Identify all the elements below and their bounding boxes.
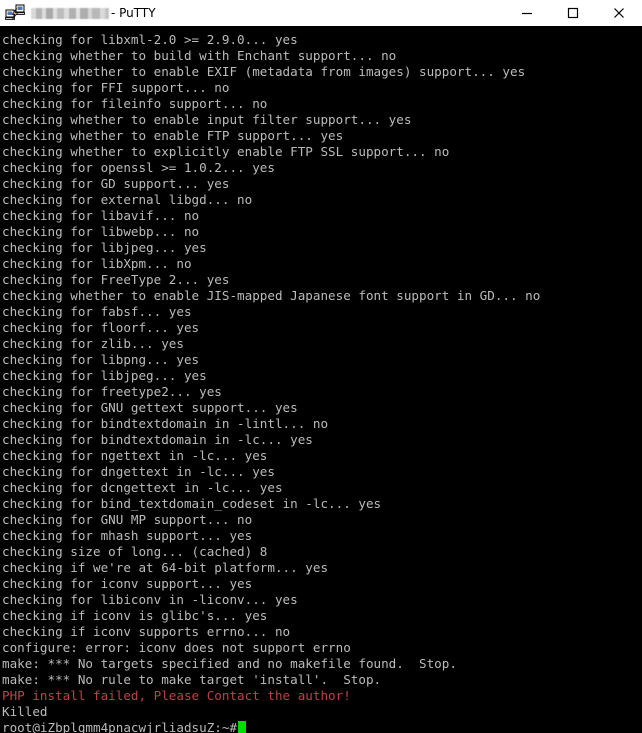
terminal-line: checking whether to enable FTP support..… bbox=[2, 128, 344, 143]
terminal-line: checking for libavif... no bbox=[2, 208, 200, 223]
terminal-line: checking for libiconv in -liconv... yes bbox=[2, 592, 298, 607]
terminal-line: checking for libjpeg... yes bbox=[2, 240, 207, 255]
terminal-line: checking whether to enable EXIF (metadat… bbox=[2, 64, 526, 79]
terminal-line: checking for libjpeg... yes bbox=[2, 368, 207, 383]
terminal-output[interactable]: checking for libxml-2.0 >= 2.9.0... yes c… bbox=[0, 28, 642, 733]
putty-icon bbox=[5, 4, 25, 20]
terminal-line: checking for openssl >= 1.0.2... yes bbox=[2, 160, 275, 175]
terminal-line: checking for GD support... yes bbox=[2, 176, 230, 191]
terminal-line: checking for fileinfo support... no bbox=[2, 96, 268, 111]
terminal-line: checking for bind_textdomain_codeset in … bbox=[2, 496, 382, 511]
maximize-button[interactable] bbox=[550, 0, 596, 26]
window-title-suffix: - PuTTY bbox=[111, 6, 156, 20]
terminal-line: make: *** No targets specified and no ma… bbox=[2, 656, 457, 671]
terminal-line: checking for fabsf... yes bbox=[2, 304, 192, 319]
terminal-line: checking for ngettext in -lc... yes bbox=[2, 448, 268, 463]
text-cursor bbox=[238, 721, 247, 733]
maximize-icon bbox=[567, 7, 579, 19]
minimize-button[interactable] bbox=[504, 0, 550, 26]
terminal-line: checking whether to build with Enchant s… bbox=[2, 48, 397, 63]
terminal-line: checking if iconv supports errno... no bbox=[2, 624, 291, 639]
terminal-line: checking for zlib... yes bbox=[2, 336, 184, 351]
terminal-line: checking for libXpm... no bbox=[2, 256, 192, 271]
terminal-line: checking for libxml-2.0 >= 2.9.0... yes bbox=[2, 32, 298, 47]
terminal-line: checking size of long... (cached) 8 bbox=[2, 544, 268, 559]
putty-window: - PuTTY checking for libxml-2.0 >= 2.9.0… bbox=[0, 0, 642, 733]
close-button[interactable] bbox=[596, 0, 642, 26]
terminal-prompt-line[interactable]: root@iZbplgmm4pnacwjrliadsuZ:~# bbox=[2, 720, 642, 733]
terminal-line: checking for libwebp... no bbox=[2, 224, 200, 239]
terminal-line: make: *** No rule to make target 'instal… bbox=[2, 672, 382, 687]
terminal-line: checking for bindtextdomain in -lintl...… bbox=[2, 416, 329, 431]
terminal-line: checking for libpng... yes bbox=[2, 352, 200, 367]
terminal-line: checking for FreeType 2... yes bbox=[2, 272, 230, 287]
redacted-hostname bbox=[31, 7, 109, 19]
terminal-line: checking for GNU gettext support... yes bbox=[2, 400, 298, 415]
terminal-line: checking for mhash support... yes bbox=[2, 528, 253, 543]
terminal-line: checking for GNU MP support... no bbox=[2, 512, 253, 527]
window-controls bbox=[504, 0, 642, 26]
terminal-line: checking for dngettext in -lc... yes bbox=[2, 464, 275, 479]
terminal-line: configure: error: iconv does not support… bbox=[2, 640, 351, 655]
terminal-line: checking for freetype2... yes bbox=[2, 384, 222, 399]
terminal-line: checking for external libgd... no bbox=[2, 192, 253, 207]
shell-prompt: root@iZbplgmm4pnacwjrliadsuZ:~# bbox=[2, 720, 238, 733]
close-icon bbox=[614, 8, 624, 18]
terminal-line: checking for dcngettext in -lc... yes bbox=[2, 480, 283, 495]
terminal-line: checking whether to explicitly enable FT… bbox=[2, 144, 450, 159]
window-title: - PuTTY bbox=[31, 6, 504, 20]
terminal-line: checking for iconv support... yes bbox=[2, 576, 253, 591]
terminal-line: checking if we're at 64-bit platform... … bbox=[2, 560, 329, 575]
terminal-line: checking whether to enable input filter … bbox=[2, 112, 412, 127]
window-title-bar[interactable]: - PuTTY bbox=[0, 0, 642, 28]
terminal-line: checking whether to enable JIS-mapped Ja… bbox=[2, 288, 541, 303]
terminal-line: checking for bindtextdomain in -lc... ye… bbox=[2, 432, 313, 447]
minimize-icon bbox=[522, 12, 532, 15]
terminal-line: checking for floorf... yes bbox=[2, 320, 200, 335]
terminal-line: checking if iconv is glibc's... yes bbox=[2, 608, 268, 623]
terminal-line: Killed bbox=[2, 704, 48, 719]
terminal-line: PHP install failed, Please Contact the a… bbox=[2, 688, 351, 703]
terminal-line: checking for FFI support... no bbox=[2, 80, 230, 95]
